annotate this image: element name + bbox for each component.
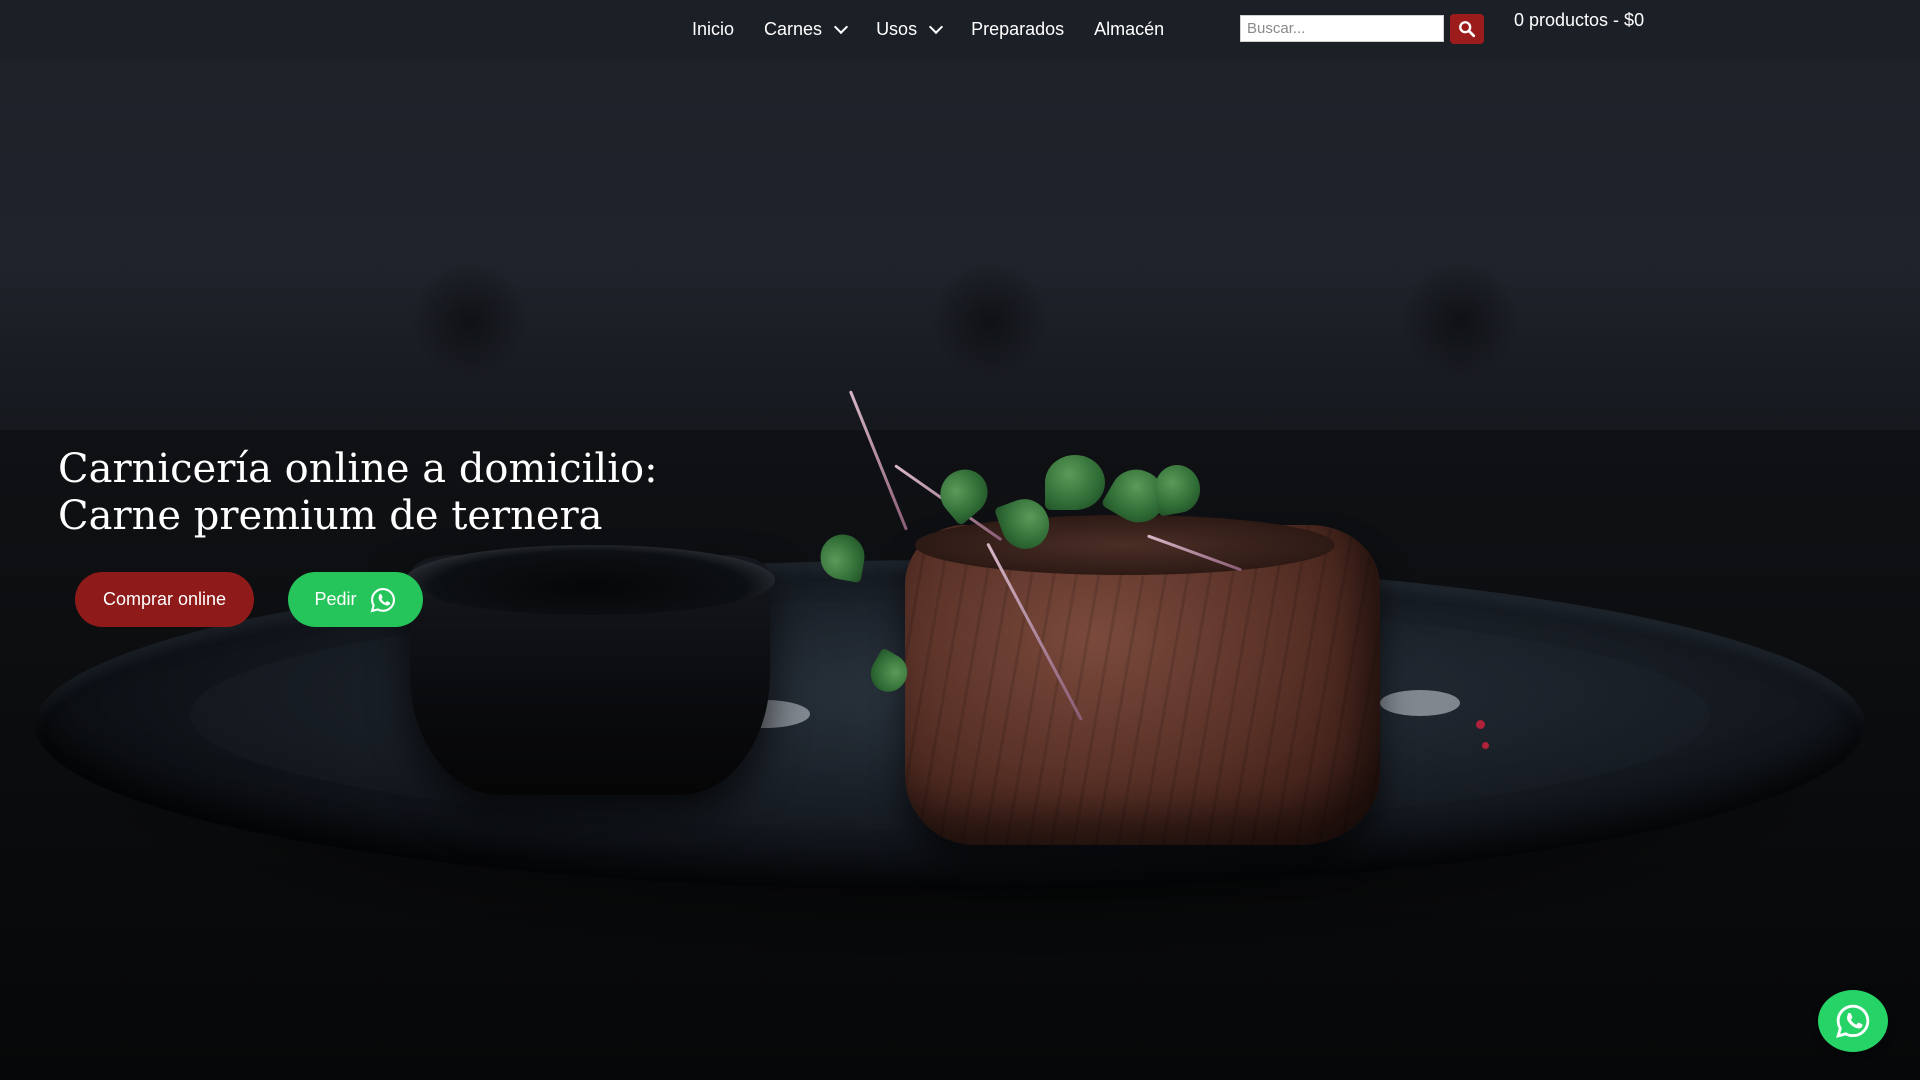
nav-item-label: Usos [876,18,918,39]
pepper-corn [1482,742,1489,749]
buy-online-label: Comprar online [102,589,227,609]
background-tuft [1400,260,1520,380]
floating-whatsapp-button[interactable] [1818,990,1888,1052]
pepper-corn [1476,720,1485,729]
site-header: Inicio Carnes Usos Preparados Almacén 0 … [0,0,1920,58]
chevron-down-icon [929,19,944,34]
nav-item-inicio[interactable]: Inicio [692,19,734,40]
nav-item-almacen[interactable]: Almacén [1094,19,1164,40]
cart-summary[interactable]: 0 productos - $0 [1514,10,1644,31]
main-nav: Inicio Carnes Usos Preparados Almacén [692,0,1194,58]
hero-title: Carnicería online a domicilio: Carne pre… [58,446,958,540]
nav-item-preparados[interactable]: Preparados [971,19,1064,40]
search-button[interactable] [1450,14,1484,44]
whatsapp-icon [369,586,397,614]
chevron-down-icon [833,19,849,34]
background-tuft [930,260,1050,380]
microgreen-leaf [1045,455,1105,510]
sauce-bowl-rim [405,545,775,615]
buy-online-button[interactable]: Comprar online [75,572,254,627]
salt-sprinkle [1380,690,1460,716]
nav-item-carnes[interactable]: Carnes [764,18,849,40]
whatsapp-order-button[interactable]: Pedir [288,572,423,627]
nav-item-label: Almacén [1094,18,1165,39]
nav-item-label: Inicio [692,18,735,39]
cart-label: 0 productos - $0 [1514,10,1645,30]
nav-item-label: Carnes [764,18,823,39]
nav-item-label: Preparados [971,18,1065,39]
whatsapp-icon [1836,1004,1870,1038]
hero-section [0,0,1920,1080]
search-input[interactable] [1240,15,1444,42]
hero-title-line2: Carne premium de ternera [58,493,603,539]
hero-title-line1: Carnicería online a domicilio: [58,446,658,492]
search-icon [1459,21,1476,38]
whatsapp-order-label: Pedir [314,589,357,609]
nav-item-usos[interactable]: Usos [876,18,944,40]
background-tuft [410,260,530,380]
